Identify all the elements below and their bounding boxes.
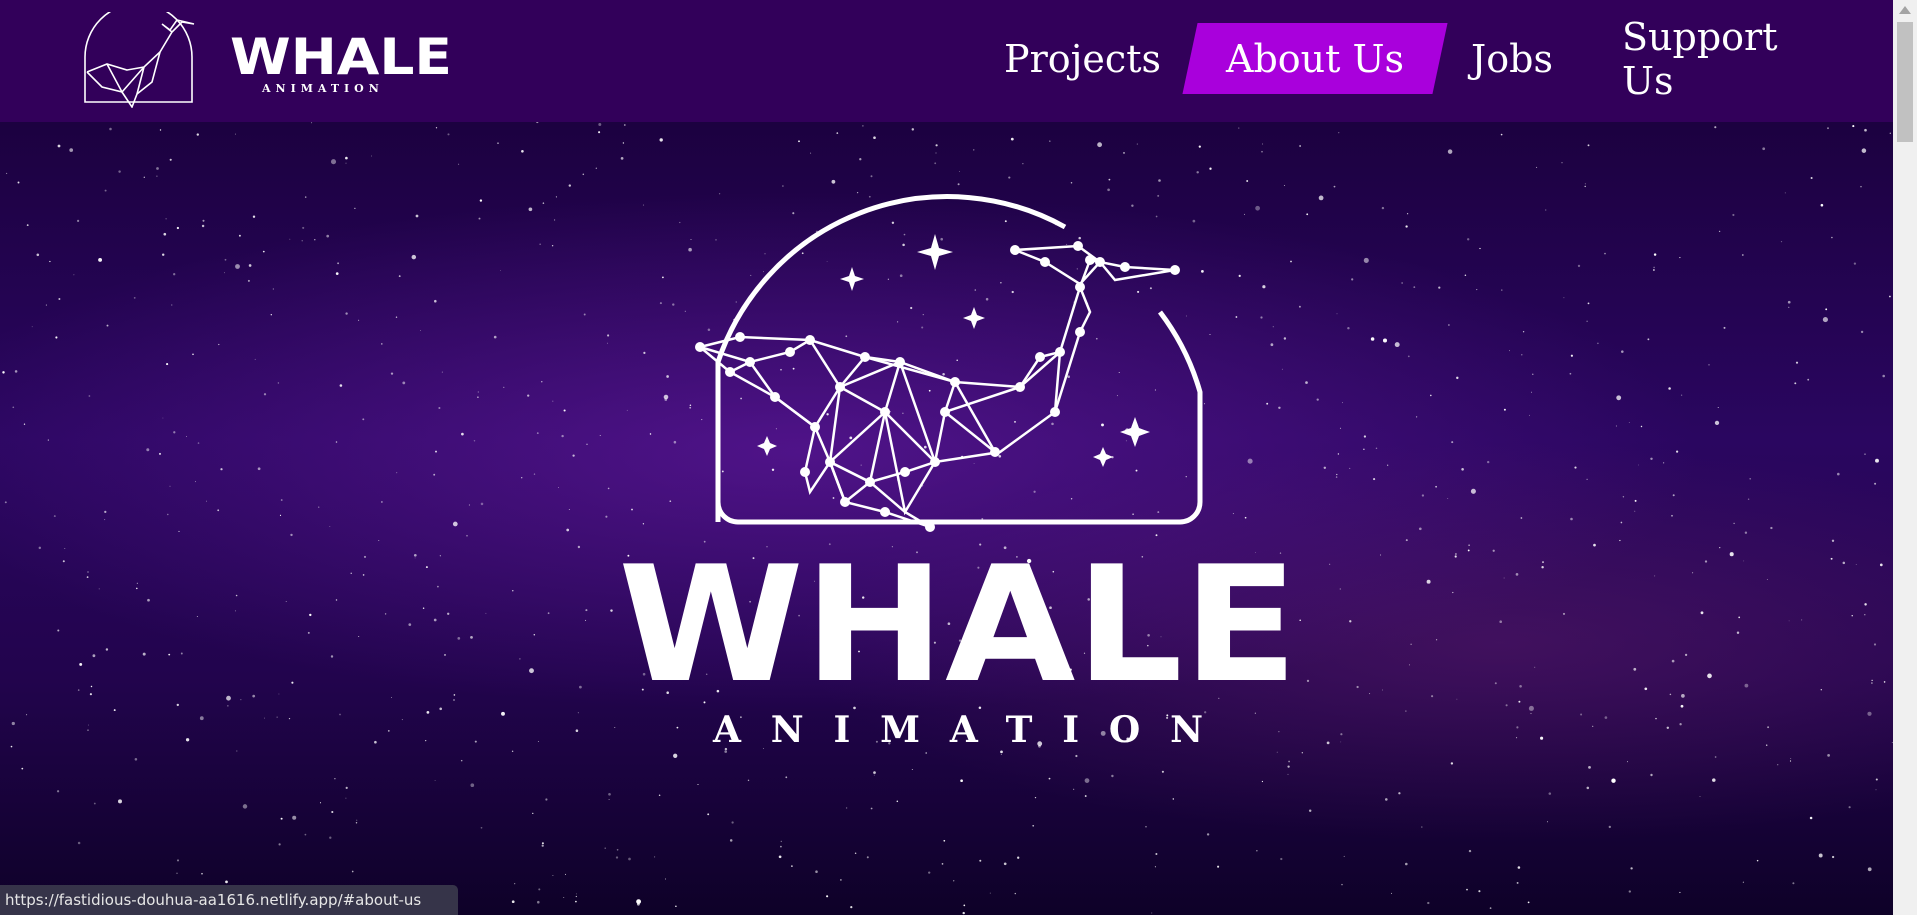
scrollbar-thumb[interactable] (1897, 22, 1913, 142)
hero-wordmark: WHALE (618, 531, 1298, 718)
nav-support-us[interactable]: Support Us (1622, 15, 1834, 103)
whale-logo[interactable]: WHALE ANIMATION (82, 12, 462, 108)
hero-banner: WHALE ANIMATION (0, 122, 1893, 915)
hero-whale-logo: WHALE ANIMATION (618, 194, 1298, 751)
site-header: WHALE ANIMATION Projects About Us Jobs S… (0, 0, 1893, 122)
nav-label: Support Us (1622, 14, 1778, 103)
page-scrollbar[interactable] (1893, 0, 1917, 915)
logo-wordmark: WHALE (230, 28, 452, 86)
nav-jobs[interactable]: Jobs (1467, 23, 1557, 94)
nav-label: Jobs (1471, 36, 1553, 81)
hero-tagline: ANIMATION (712, 709, 1203, 751)
nav-label: About Us (1226, 36, 1404, 81)
logo-tagline: ANIMATION (261, 82, 384, 95)
status-bar-url: https://fastidious-douhua-aa1616.netlify… (0, 885, 458, 915)
scroll-up-arrow-icon[interactable] (1899, 6, 1911, 14)
nav-projects[interactable]: Projects (1004, 23, 1161, 94)
nav-label: Projects (1004, 36, 1161, 81)
nav-about-us[interactable]: About Us (1190, 23, 1440, 94)
